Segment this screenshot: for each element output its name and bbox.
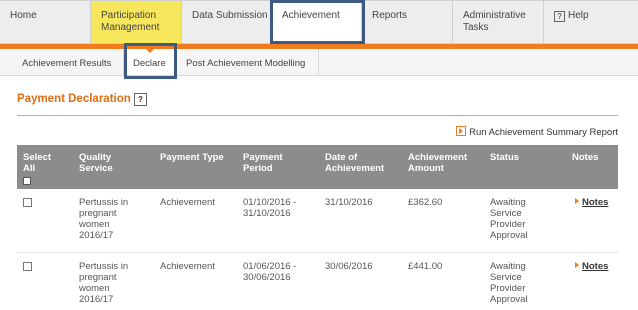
arrow-right-icon xyxy=(575,198,579,204)
nav-tab-administrative-tasks[interactable]: Administrative Tasks xyxy=(453,1,544,43)
header-notes: Notes xyxy=(572,152,599,163)
sub-navigation: Achievement Results Declare Post Achieve… xyxy=(0,49,638,76)
nav-tab-home[interactable]: Home xyxy=(0,1,91,43)
row-payment-type: Achievement xyxy=(160,261,215,272)
row-checkbox[interactable] xyxy=(23,262,32,271)
nav-tab-participation-management-label: Participation Management xyxy=(101,10,160,33)
nav-tab-achievement-label: Achievement xyxy=(282,10,340,21)
arrow-right-icon xyxy=(575,262,579,268)
row-payment-period: 01/06/2016 - 30/06/2016 xyxy=(243,261,297,283)
row-status: Awaiting Service Provider Approval xyxy=(490,197,528,241)
help-icon: ? xyxy=(554,11,565,22)
subnav-post-achievement-modelling-label: Post Achievement Modelling xyxy=(186,58,306,69)
table-row: Pertussis in pregnant women 2016/17 Achi… xyxy=(17,189,618,253)
row-payment-type: Achievement xyxy=(160,197,215,208)
payment-declaration-table: Select All Quality Service Payment Type … xyxy=(17,145,618,310)
subnav-achievement-results-label: Achievement Results xyxy=(22,58,112,69)
nav-tab-reports[interactable]: Reports xyxy=(362,1,453,43)
nav-tab-help-label: Help xyxy=(568,10,589,21)
nav-tab-data-submission[interactable]: Data Submission xyxy=(182,1,272,43)
row-notes-link[interactable]: Notes xyxy=(575,261,608,272)
nav-tab-participation-management[interactable]: Participation Management xyxy=(91,1,182,43)
run-achievement-summary-report-link[interactable]: Run Achievement Summary Report xyxy=(456,126,618,138)
header-status: Status xyxy=(490,152,520,163)
help-icon[interactable]: ? xyxy=(134,93,147,106)
run-report-label: Run Achievement Summary Report xyxy=(469,127,618,138)
nav-tab-achievement[interactable]: Achievement xyxy=(272,1,362,43)
nav-tab-help[interactable]: ? Help xyxy=(544,1,638,43)
header-date-of-achievement: Date of Achievement xyxy=(325,152,385,174)
row-notes-label: Notes xyxy=(582,261,609,272)
row-date-of-achievement: 30/06/2016 xyxy=(325,261,373,272)
subnav-declare-label: Declare xyxy=(133,58,166,69)
row-status: Awaiting Service Provider Approval xyxy=(490,261,528,305)
row-quality-service: Pertussis in pregnant women 2016/17 xyxy=(79,261,129,305)
header-achievement-amount: Achievement Amount xyxy=(408,152,468,174)
nav-tab-data-submission-label: Data Submission xyxy=(192,10,268,21)
header-select-all: Select All xyxy=(23,152,63,185)
current-subtab-caret-icon xyxy=(146,49,154,53)
nav-tab-reports-label: Reports xyxy=(372,10,408,21)
subnav-post-achievement-modelling[interactable]: Post Achievement Modelling xyxy=(177,49,319,75)
subnav-achievement-results[interactable]: Achievement Results xyxy=(0,49,124,75)
nav-tab-home-label: Home xyxy=(10,10,37,21)
page-title: Payment Declaration xyxy=(17,93,131,105)
row-date-of-achievement: 31/10/2016 xyxy=(325,197,373,208)
header-payment-type: Payment Type xyxy=(160,152,224,163)
table-row: Pertussis in pregnant women 2016/17 Achi… xyxy=(17,253,618,310)
row-achievement-amount: £441.00 xyxy=(408,261,443,272)
select-all-checkbox[interactable] xyxy=(23,177,31,185)
header-select-all-label: Select All xyxy=(23,152,51,174)
row-payment-period: 01/10/2016 - 31/10/2016 xyxy=(243,197,297,219)
header-payment-period: Payment Period xyxy=(243,152,283,174)
title-divider xyxy=(17,115,618,116)
arrow-right-icon xyxy=(456,126,467,136)
row-select-cell xyxy=(23,261,32,271)
top-navigation: Home Participation Management Data Submi… xyxy=(0,0,638,44)
header-quality-service: Quality Service xyxy=(79,152,113,174)
row-select-cell xyxy=(23,197,32,207)
row-notes-link[interactable]: Notes xyxy=(575,197,608,208)
row-checkbox[interactable] xyxy=(23,198,32,207)
row-notes-label: Notes xyxy=(582,197,609,208)
row-quality-service: Pertussis in pregnant women 2016/17 xyxy=(79,197,129,241)
nav-tab-administrative-tasks-label: Administrative Tasks xyxy=(463,10,526,33)
table-header: Select All Quality Service Payment Type … xyxy=(17,145,618,189)
row-achievement-amount: £362.60 xyxy=(408,197,443,208)
